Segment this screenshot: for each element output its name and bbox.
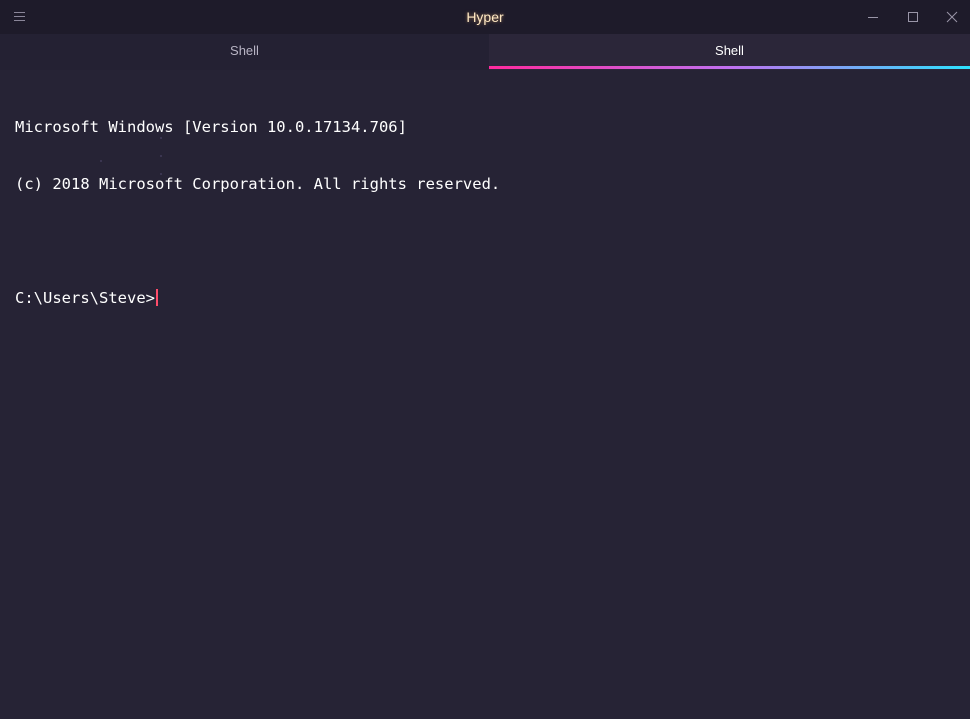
terminal-line: (c) 2018 Microsoft Corporation. All righ… xyxy=(15,175,501,193)
tab-bar: Shell Shell xyxy=(0,34,970,70)
terminal-output[interactable]: Microsoft Windows [Version 10.0.17134.70… xyxy=(15,80,955,346)
decorative-dot xyxy=(100,160,102,162)
tab-label: Shell xyxy=(230,43,259,58)
terminal-prompt: C:\Users\Steve> xyxy=(15,289,155,307)
decorative-dot xyxy=(160,137,162,139)
tab-shell-2-active[interactable]: Shell xyxy=(489,34,970,70)
maximize-button[interactable] xyxy=(893,0,933,34)
close-icon xyxy=(946,11,958,23)
terminal-prompt-line[interactable]: C:\Users\Steve> xyxy=(15,289,955,308)
decorative-dot xyxy=(160,155,162,157)
maximize-icon xyxy=(908,12,918,22)
tab-shell-1[interactable]: Shell xyxy=(0,34,489,70)
title-bar[interactable]: Hyper xyxy=(0,0,970,34)
decorative-dot xyxy=(160,173,162,175)
hyper-window: Hyper Shell Shell Microsoft Windows [Ver… xyxy=(0,0,970,719)
tab-label: Shell xyxy=(715,43,744,58)
close-button[interactable] xyxy=(932,0,970,34)
active-tab-indicator xyxy=(489,66,970,69)
hamburger-menu-icon[interactable] xyxy=(12,9,28,25)
terminal-cursor xyxy=(155,289,158,306)
minimize-icon xyxy=(868,17,878,18)
terminal-line: Microsoft Windows [Version 10.0.17134.70… xyxy=(15,118,407,136)
minimize-button[interactable] xyxy=(853,0,893,34)
window-title: Hyper xyxy=(466,9,504,25)
